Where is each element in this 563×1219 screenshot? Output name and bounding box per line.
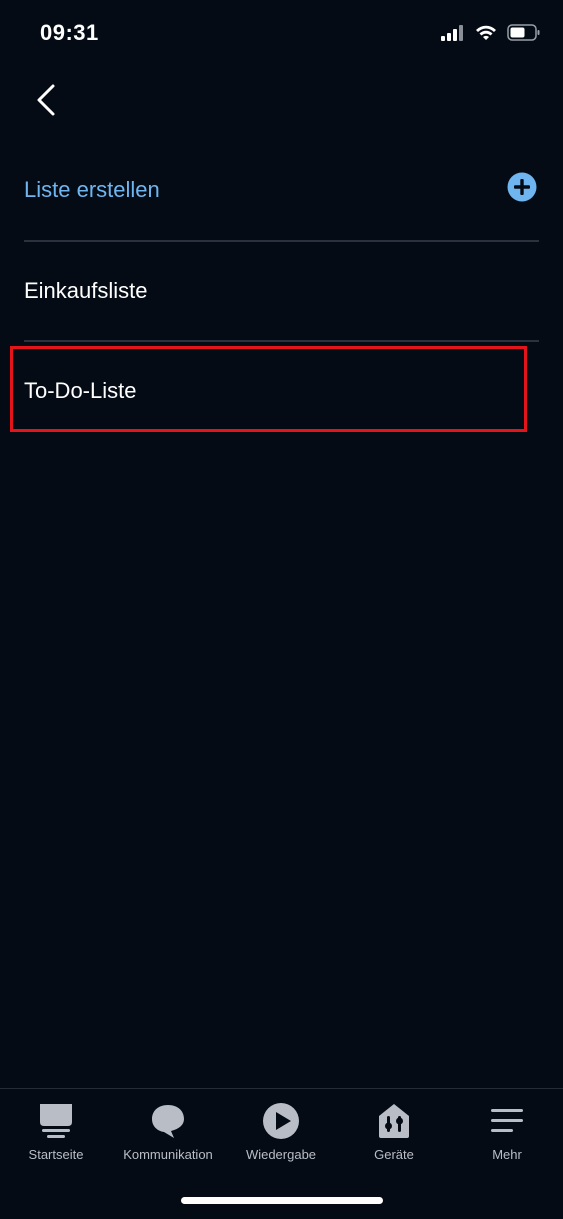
nav-item-wiedergabe[interactable]: Wiedergabe <box>225 1101 337 1162</box>
nav-label: Startseite <box>28 1147 84 1162</box>
list-item-todo[interactable]: To-Do-Liste <box>24 342 539 440</box>
nav-item-kommunikation[interactable]: Kommunikation <box>112 1101 224 1162</box>
home-icon <box>36 1101 76 1141</box>
nav-label: Kommunikation <box>123 1147 213 1162</box>
nav-item-mehr[interactable]: Mehr <box>451 1101 563 1162</box>
nav-label: Geräte <box>374 1147 414 1162</box>
plus-circle-icon[interactable] <box>507 172 537 202</box>
status-bar: 09:31 <box>0 0 563 70</box>
chat-bubble-icon <box>148 1101 188 1141</box>
battery-icon <box>507 24 540 41</box>
home-indicator[interactable] <box>181 1197 383 1204</box>
list-container: Liste erstellen Einkaufsliste To-Do-List… <box>24 140 539 440</box>
wifi-icon <box>476 25 496 40</box>
list-item-label: Einkaufsliste <box>24 278 148 303</box>
list-item-label: To-Do-Liste <box>24 378 137 403</box>
back-button[interactable] <box>24 78 68 122</box>
play-icon <box>261 1101 301 1141</box>
nav-label: Mehr <box>492 1147 522 1162</box>
status-icons <box>441 24 541 41</box>
signal-icon <box>441 24 463 41</box>
status-time: 09:31 <box>40 20 99 45</box>
nav-label: Wiedergabe <box>245 1147 317 1162</box>
create-list-button[interactable]: Liste erstellen <box>24 140 539 240</box>
create-list-label: Liste erstellen <box>24 177 160 202</box>
list-item-einkaufsliste[interactable]: Einkaufsliste <box>24 242 539 340</box>
nav-item-geraete[interactable]: Geräte <box>338 1101 450 1162</box>
nav-item-startseite[interactable]: Startseite <box>0 1101 112 1162</box>
menu-icon <box>487 1101 527 1141</box>
devices-icon <box>374 1101 414 1141</box>
chevron-left-icon <box>37 84 55 116</box>
